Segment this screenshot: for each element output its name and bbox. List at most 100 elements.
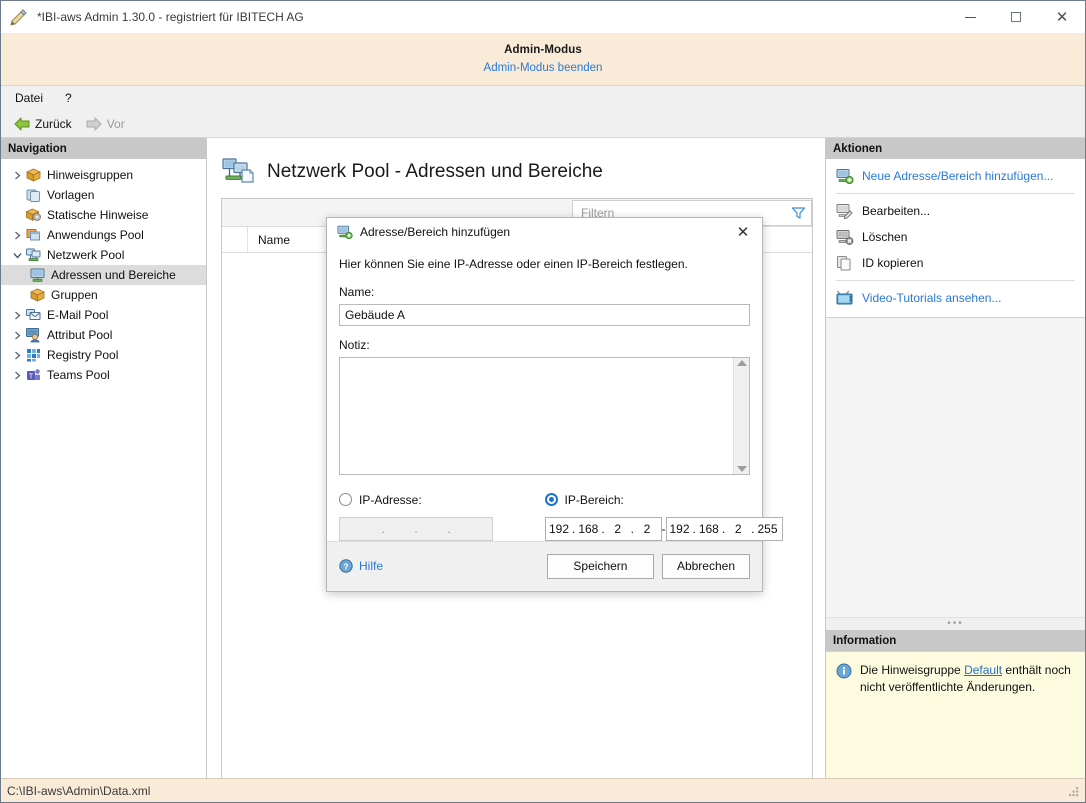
notiz-scrollbar[interactable] [733,358,749,474]
admin-mode-title: Admin-Modus [504,44,582,56]
cancel-button[interactable]: Abbrechen [662,554,750,579]
chevron-down-icon[interactable] [9,251,25,260]
action-separator [836,193,1075,194]
sidebar-item-attribut-pool[interactable]: Attribut Pool [1,325,206,345]
dialog-buttons: Speichern Abbrechen [547,554,750,579]
action-video-tutorials[interactable]: Video-Tutorials ansehen... [826,285,1085,311]
maximize-button[interactable] [993,1,1039,33]
menu-item-help[interactable]: ? [61,89,76,107]
sidebar-item-hinweisgruppen[interactable]: Hinweisgruppen [1,165,206,185]
svg-text:?: ? [343,562,348,572]
content-header: Netzwerk Pool - Adressen und Bereiche [207,138,825,192]
sidebar-item-registry-pool[interactable]: Registry Pool [1,345,206,365]
ip-range-to-input[interactable]: 192.168.2.255 [666,517,783,541]
resize-grip-icon[interactable] [1067,785,1081,799]
monitor-delete-icon [836,229,854,245]
dialog-close-icon[interactable]: ✕ [730,219,756,245]
minimize-icon [965,17,976,18]
back-button[interactable]: Zurück [9,115,77,133]
sidebar-item-gruppen[interactable]: Gruppen [1,285,206,305]
name-input[interactable] [339,304,750,326]
sidebar-item-vorlagen[interactable]: Vorlagen [1,185,206,205]
chevron-right-icon[interactable] [9,311,25,320]
action-separator [836,280,1075,281]
scroll-down-icon[interactable] [737,466,747,472]
ip-from-octet-1: 192 [546,522,572,536]
information-pane: Die Hinweisgruppe Default enthält noch n… [826,651,1085,778]
box-gear-icon [25,207,42,223]
user-monitor-icon [25,327,42,343]
status-bar: C:\IBI-aws\Admin\Data.xml [1,778,1085,802]
action-copy-id[interactable]: ID kopieren [826,250,1085,276]
ip-to-octet-3: 2 [725,522,751,536]
templates-icon [25,187,42,203]
filter-icon[interactable] [785,206,811,220]
notiz-field-label: Notiz: [339,338,750,352]
chevron-right-icon[interactable] [9,231,25,240]
sidebar-item-anwendungs-pool[interactable]: Anwendungs Pool [1,225,206,245]
action-edit[interactable]: Bearbeiten... [826,198,1085,224]
radio-ip-address-control[interactable] [339,493,352,506]
info-icon [836,663,852,679]
sidebar-item-teams-pool[interactable]: T Teams Pool [1,365,206,385]
chevron-right-icon[interactable] [9,371,25,380]
window-title: *IBI-aws Admin 1.30.0 - registriert für … [37,10,304,24]
scroll-up-icon[interactable] [737,360,747,366]
sidebar-item-netzwerk-pool[interactable]: Netzwerk Pool [1,245,206,265]
navigation-tree: Hinweisgruppen Vorlagen Statische Hinwei… [1,159,206,385]
notiz-textarea[interactable] [340,358,733,474]
action-label: Video-Tutorials ansehen... [862,291,1001,305]
actions-pane-header: Aktionen [826,138,1085,159]
dialog-footer: ? Hilfe Speichern Abbrechen [327,541,762,591]
navigation-pane-header: Navigation [1,138,206,159]
radio-ip-address[interactable]: IP-Adresse: [339,491,545,509]
add-address-dialog: Adresse/Bereich hinzufügen ✕ Hier können… [326,217,763,592]
info-text-before: Die Hinweisgruppe [860,663,964,677]
ip-address-input[interactable]: ... [339,517,493,541]
admin-mode-exit-link[interactable]: Admin-Modus beenden [484,62,603,74]
teams-icon: T [25,367,42,383]
minimize-button[interactable] [947,1,993,33]
help-link[interactable]: ? Hilfe [339,559,383,573]
arrow-right-icon [86,117,102,131]
ip-dot: . [380,522,387,536]
action-label: Löschen [862,230,907,244]
copy-icon [836,255,854,271]
radio-ip-address-label: IP-Adresse: [359,493,422,507]
action-add-address[interactable]: Neue Adresse/Bereich hinzufügen... [826,163,1085,189]
column-header-name[interactable]: Name [248,233,290,247]
menu-item-datei[interactable]: Datei [11,89,47,107]
navigation-toolbar: Zurück Vor [1,110,1085,138]
windows-icon [25,227,42,243]
info-link-default[interactable]: Default [964,663,1002,677]
status-bar-path: C:\IBI-aws\Admin\Data.xml [7,784,150,798]
action-label: Neue Adresse/Bereich hinzufügen... [862,169,1053,183]
splitter-grip-icon: ••• [947,622,964,626]
chevron-right-icon[interactable] [9,331,25,340]
sidebar-item-email-pool[interactable]: E-Mail Pool [1,305,206,325]
radio-ip-range-control[interactable] [545,493,558,506]
sidebar-item-statische-hinweise[interactable]: Statische Hinweise [1,205,206,225]
help-link-label: Hilfe [359,559,383,573]
sidebar-item-adressen-und-bereiche[interactable]: Adressen und Bereiche [1,265,206,285]
ip-range-from-input[interactable]: 192.168.2.2 [545,517,662,541]
chevron-right-icon[interactable] [9,171,25,180]
ip-from-octet-4: 2 [634,522,660,536]
radio-ip-range[interactable]: IP-Bereich: [545,491,751,509]
network-icon [25,247,42,263]
monitor-add-icon [836,168,854,184]
forward-button[interactable]: Vor [81,115,130,133]
sidebar-item-label: Netzwerk Pool [47,247,124,263]
chevron-right-icon[interactable] [9,351,25,360]
save-button[interactable]: Speichern [547,554,654,579]
application-window: *IBI-aws Admin 1.30.0 - registriert für … [0,0,1086,803]
ip-to-octet-1: 192 [666,522,692,536]
information-pane-header: Information [826,630,1085,651]
close-button[interactable]: ✕ [1039,1,1085,33]
pane-splitter[interactable]: ••• [826,617,1085,630]
radio-ip-range-label: IP-Bereich: [565,493,624,507]
action-delete[interactable]: Löschen [826,224,1085,250]
registry-icon [25,347,42,363]
ip-dot: . [446,522,453,536]
actions-pane: Aktionen Neue Adresse/Bereich hinzufügen… [825,138,1085,778]
